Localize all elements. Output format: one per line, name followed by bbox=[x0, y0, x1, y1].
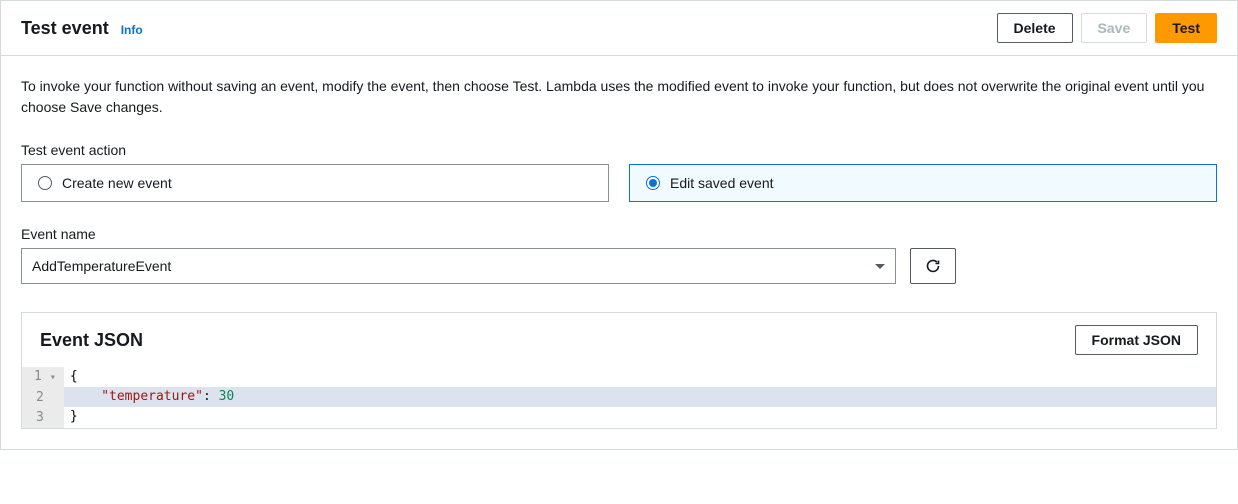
json-header: Event JSON Format JSON bbox=[22, 313, 1216, 367]
panel-header: Test event Info Delete Save Test bbox=[1, 1, 1237, 56]
panel-body: To invoke your function without saving a… bbox=[1, 56, 1237, 449]
refresh-icon bbox=[925, 258, 941, 274]
radio-label: Edit saved event bbox=[670, 175, 774, 191]
code-line: { bbox=[64, 367, 1216, 387]
test-event-panel: Test event Info Delete Save Test To invo… bbox=[0, 0, 1238, 450]
delete-button[interactable]: Delete bbox=[997, 13, 1073, 43]
radio-icon bbox=[38, 176, 52, 190]
save-button: Save bbox=[1081, 13, 1148, 43]
code-line: } bbox=[64, 407, 1216, 427]
page-title: Test event bbox=[21, 18, 109, 39]
header-actions: Delete Save Test bbox=[997, 13, 1217, 43]
event-json-panel: Event JSON Format JSON 1 ▾ 2 3 { "temper… bbox=[21, 312, 1217, 429]
fold-icon[interactable]: ▾ bbox=[42, 372, 56, 383]
radio-group-test-event-action: Create new event Edit saved event bbox=[21, 164, 1217, 202]
code-content[interactable]: { "temperature": 30 } bbox=[64, 367, 1216, 428]
format-json-button[interactable]: Format JSON bbox=[1075, 325, 1198, 355]
code-gutter: 1 ▾ 2 3 bbox=[22, 367, 64, 428]
info-link[interactable]: Info bbox=[121, 23, 143, 37]
json-code-editor[interactable]: 1 ▾ 2 3 { "temperature": 30 } bbox=[22, 367, 1216, 428]
test-event-action-label: Test event action bbox=[21, 142, 1217, 158]
description-text: To invoke your function without saving a… bbox=[21, 76, 1217, 118]
event-name-value: AddTemperatureEvent bbox=[32, 258, 171, 274]
event-json-title: Event JSON bbox=[40, 330, 143, 351]
test-button[interactable]: Test bbox=[1155, 13, 1217, 43]
line-number: 1 bbox=[34, 369, 42, 384]
event-name-label: Event name bbox=[21, 226, 1217, 242]
chevron-down-icon bbox=[875, 264, 885, 269]
event-name-select[interactable]: AddTemperatureEvent bbox=[21, 248, 896, 284]
event-name-row: AddTemperatureEvent bbox=[21, 248, 1217, 284]
line-number: 2 bbox=[34, 388, 56, 408]
line-number: 3 bbox=[34, 408, 56, 428]
radio-edit-saved-event[interactable]: Edit saved event bbox=[629, 164, 1217, 202]
refresh-button[interactable] bbox=[910, 248, 956, 284]
radio-create-new-event[interactable]: Create new event bbox=[21, 164, 609, 202]
radio-label: Create new event bbox=[62, 175, 172, 191]
radio-icon bbox=[646, 176, 660, 190]
header-left: Test event Info bbox=[21, 18, 143, 39]
code-line: "temperature": 30 bbox=[64, 387, 1216, 407]
